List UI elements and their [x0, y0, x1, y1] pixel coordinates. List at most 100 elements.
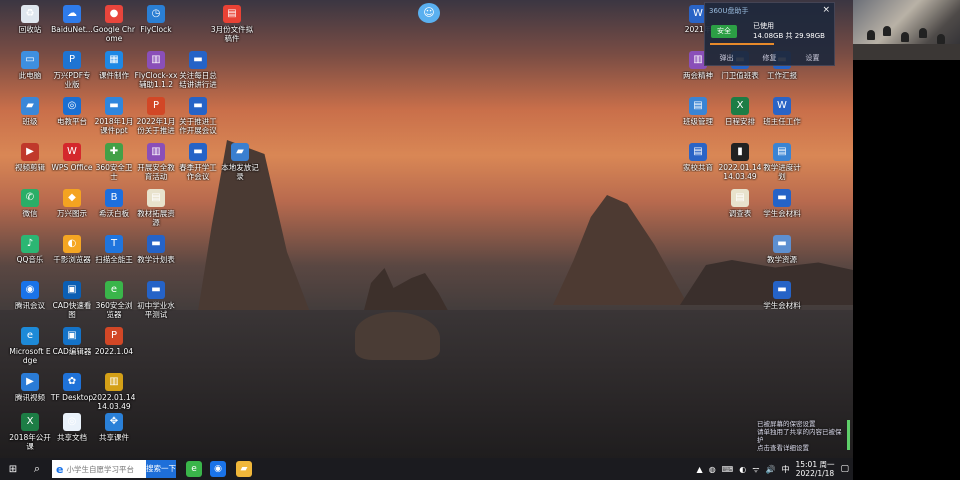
desktop-icon-label: 视频剪辑 — [15, 163, 45, 172]
desktop-icon[interactable]: ▤ 家校共育 — [676, 140, 720, 192]
desktop-icon[interactable]: ▣ CAD快速看图 — [50, 278, 94, 330]
desktop-icon[interactable]: ✆ 微信 — [8, 186, 52, 238]
desktop-icon[interactable]: ◎ 共享文档 — [50, 410, 94, 458]
desktop-icon[interactable]: ♪ QQ音乐 — [8, 232, 52, 284]
wifi-icon[interactable]: ᯤ — [752, 464, 759, 475]
desktop-icon[interactable]: ♻ 回收站 — [8, 2, 52, 54]
desktop-icon[interactable]: ◉ 腾讯会议 — [8, 278, 52, 330]
clock-time: 15:01 周一 — [795, 460, 835, 469]
desktop-icon[interactable]: ▬ 教学资源 — [760, 232, 804, 284]
desktop-icon[interactable]: ▬ 关注每日总结讲讲行进 — [176, 48, 220, 100]
tray-expand-icon[interactable]: ▲ — [697, 465, 703, 474]
desktop-icon[interactable]: ◐ 千影浏览器 — [50, 232, 94, 284]
keyboard-icon[interactable]: ⌨ — [722, 465, 734, 474]
close-icon[interactable]: × — [822, 5, 830, 15]
desktop-icon[interactable]: ▬ 初中学业水平测试 — [134, 278, 178, 330]
desktop-icon[interactable]: ☁ BaiduNet... — [50, 2, 94, 54]
system-tray: ▲ ◍ ⌨ ◐ ᯤ 🔊 中 15:01 周一 2022/1/18 ▢ — [697, 458, 853, 480]
desktop-icon[interactable]: ▭ 此电脑 — [8, 48, 52, 100]
doc-icon: ▤ — [689, 143, 707, 161]
widget-title: 360U盘助手 — [709, 7, 749, 15]
desktop-icon-label: 3月份文件拟稿件 — [210, 25, 254, 43]
desktop-icon[interactable]: ◆ 万兴图示 — [50, 186, 94, 238]
desktop-icon[interactable]: ▤ 教学进度计划 — [760, 140, 804, 192]
webcam-video-thumbnail[interactable] — [853, 0, 960, 60]
desktop-icon[interactable]: X 日程安排 — [718, 94, 762, 146]
360-browser-pinned-icon[interactable]: e — [186, 461, 202, 477]
desktop-icon[interactable]: B 希沃白板 — [92, 186, 136, 238]
winrar-icon: ▥ — [105, 373, 123, 391]
desktop-icon-label: 腾讯会议 — [15, 301, 45, 310]
desktop-icon[interactable]: ✥ 共享课件 — [92, 410, 136, 458]
desktop-icon[interactable]: ▬ 关于推进工作开展会议 — [176, 94, 220, 146]
ppt-folder-icon: ▬ — [105, 97, 123, 115]
desktop-icon[interactable]: ▥ FlyClock-xx 辅助1.1.2 — [134, 48, 178, 100]
input-method-icon[interactable]: 中 — [781, 464, 789, 475]
ppt-icon: P — [105, 327, 123, 345]
file-explorer-pinned-icon[interactable]: ▰ — [236, 461, 252, 477]
desktop-icon[interactable]: e Microsoft Edge — [8, 324, 52, 376]
clock[interactable]: 15:01 周一 2022/1/18 — [795, 460, 834, 478]
desktop-icon[interactable]: ▤ 3月份文件拟稿件 — [210, 2, 254, 54]
desktop-icon[interactable]: ◎ 电教平台 — [50, 94, 94, 146]
desktop-icon[interactable]: ▮ 2022.01.14 14.03.49 — [718, 140, 762, 192]
courseware-icon: ▦ — [105, 51, 123, 69]
desktop-icon[interactable]: ▤ 调查表 — [718, 186, 762, 238]
desktop-icon[interactable]: e 360安全浏览器 — [92, 278, 136, 330]
desktop-icon[interactable]: ▤ 班级管理 — [676, 94, 720, 146]
desktop-icon[interactable]: ▶ 视频剪辑 — [8, 140, 52, 192]
desktop-icon-label: 360安全卫士 — [95, 163, 133, 181]
desktop-icon[interactable]: ✚ 360安全卫士 — [92, 140, 136, 192]
search-input[interactable] — [66, 464, 137, 474]
desktop-icon[interactable]: ▦ 课件制作 — [92, 48, 136, 100]
pdf-file-icon: ▮ — [731, 143, 749, 161]
desktop-icon[interactable]: ▥ 开展安全教育活动 — [134, 140, 178, 192]
desktop-icon[interactable]: ▬ 学生会材料 — [760, 278, 804, 330]
tray-app-icon[interactable]: ◍ — [709, 465, 716, 474]
clock-date: 2022/1/18 — [795, 469, 835, 478]
desktop-icon-label: 关注每日总结讲讲行进 — [179, 71, 217, 89]
notification-icon[interactable]: ▢ — [840, 464, 849, 474]
desktop-icon[interactable]: ▰ 本地发放记录 — [218, 140, 262, 192]
desktop-icon[interactable]: P 2022.1.04 — [92, 324, 136, 376]
desktop-icon[interactable]: T 扫描全能王 — [92, 232, 136, 284]
qq-pet-icon[interactable]: ☺ — [418, 3, 440, 23]
usb-capacity-text: 14.08GB 共 29.98GB — [753, 32, 825, 40]
share-app-icon: ✥ — [105, 413, 123, 431]
360-browser-icon: e — [105, 281, 123, 299]
repair-button[interactable]: 修复 — [763, 53, 777, 63]
pdf-file-icon: ▤ — [223, 5, 241, 23]
desktop-icon[interactable]: ● Google Chrome — [92, 2, 136, 54]
volume-icon[interactable]: 🔊 — [766, 465, 776, 474]
tencent-meeting-pinned-icon[interactable]: ◉ — [210, 461, 226, 477]
tray-status-icon[interactable]: ◐ — [739, 465, 746, 474]
desktop-icon[interactable]: ◷ FlyClock — [134, 2, 178, 54]
search-button[interactable]: 搜索一下 — [146, 460, 176, 478]
eject-button[interactable]: 弹出 — [720, 53, 734, 63]
desktop-icon[interactable]: ▰ 班级 — [8, 94, 52, 146]
desktop-icon[interactable]: P 万兴PDF专业版 — [50, 48, 94, 100]
notice-scrollbar[interactable] — [847, 420, 850, 450]
desktop-icon-label: 家校共育 — [683, 163, 713, 172]
desktop-icon-label: 腾讯视频 — [15, 393, 45, 402]
desktop-icon[interactable]: ▬ 教学计划表 — [134, 232, 178, 284]
search-box[interactable]: e — [52, 460, 146, 478]
desktop-icon[interactable]: X 2018年公开课 — [8, 410, 52, 458]
desktop-icon-label: 2022.1.04 — [94, 347, 134, 356]
desktop-icon[interactable]: ▬ 春季开学工作会议 — [176, 140, 220, 192]
desktop-icon[interactable]: ▣ CAD编辑器 — [50, 324, 94, 376]
settings-button[interactable]: 设置 — [806, 53, 820, 63]
desktop-icon[interactable]: P 2022年1月份关于推进 — [134, 94, 178, 146]
desktop-icon-label: FlyClock-xx 辅助1.1.2 — [134, 71, 178, 89]
desktop-icon[interactable]: ▬ 学生会材料 — [760, 186, 804, 238]
desktop-icon-label: 2022年1月份关于推进 — [136, 117, 176, 135]
desktop-icon-label: 2018年公开课 — [9, 433, 51, 451]
desktop-icon-label: 共享文档 — [57, 433, 87, 442]
windows-start-icon[interactable]: ⊞ — [0, 464, 26, 475]
desktop-icon-label: 回收站 — [18, 25, 42, 34]
desktop-icon[interactable]: ▬ 2018年1月课件ppt — [92, 94, 136, 146]
desktop-icon[interactable]: W 班主任工作 — [760, 94, 804, 146]
search-icon[interactable]: ⌕ — [26, 462, 48, 476]
desktop-icon[interactable]: W WPS Office — [50, 140, 94, 192]
desktop-icon[interactable]: ▤ 教材拓展资源 — [134, 186, 178, 238]
